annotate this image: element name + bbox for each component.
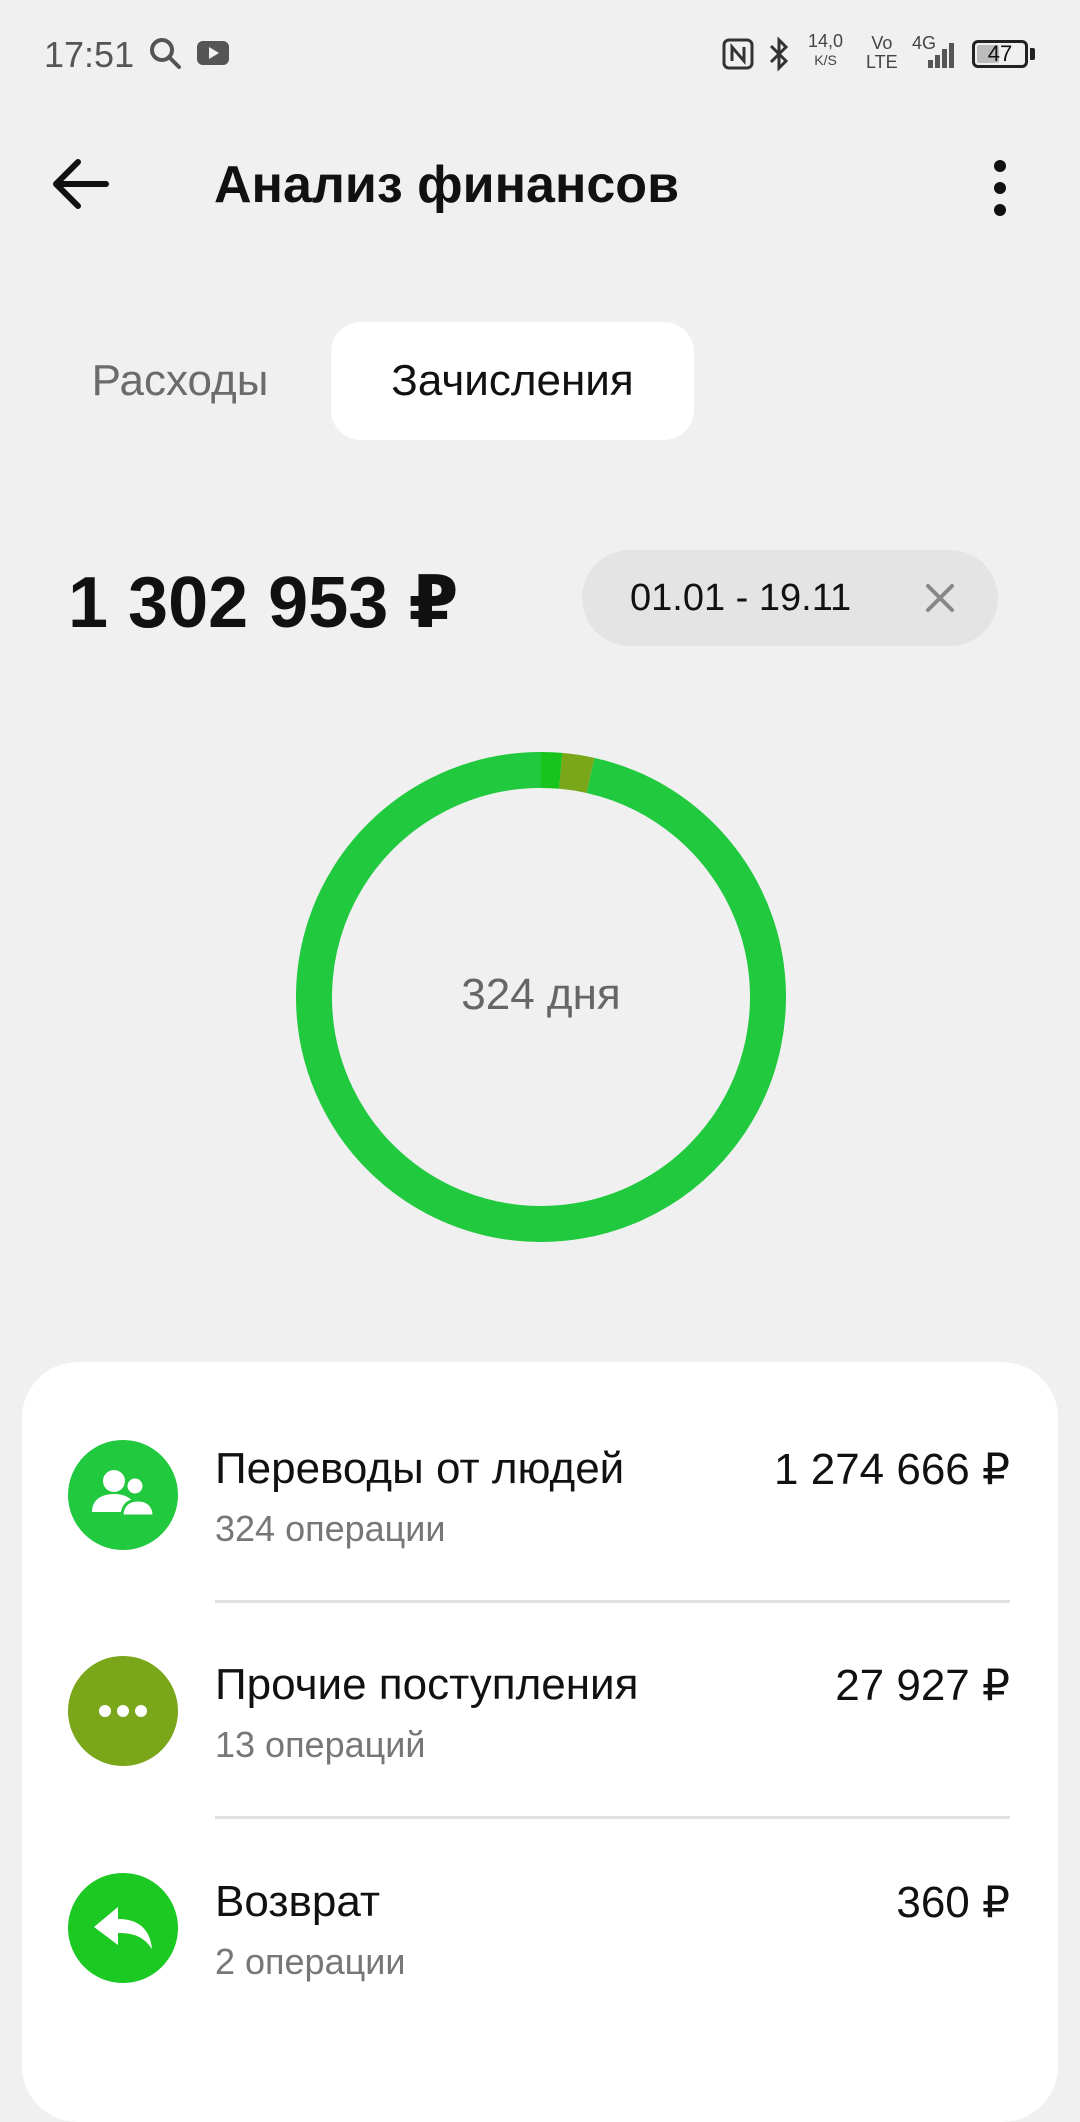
category-name: Переводы от людей [215,1444,625,1493]
donut-segment-2 [540,752,563,789]
more-menu-button[interactable] [966,150,1038,222]
close-icon[interactable] [918,576,962,620]
battery-icon: 47 [972,40,1028,68]
page-title: Анализ финансов [214,156,680,214]
category-row-transfers[interactable]: Переводы от людей 324 операции 1 274 666… [22,1362,1058,1578]
donut-segment-1 [558,752,595,794]
period-chip[interactable]: 01.01 - 19.11 [582,550,998,646]
status-time: 17:51 [44,34,135,75]
nfc-icon [722,38,754,70]
category-row-other[interactable]: Прочие поступления 13 операций 27 927 ₽ [22,1578,1058,1794]
categories-card: Переводы от людей 324 операции 1 274 666… [22,1362,1058,2122]
more-vertical-icon [994,160,1006,216]
search-icon [150,38,181,69]
status-bar: 17:51 14,0 K/S Vo LTE 4G 47 [0,0,1080,108]
more-dots-icon [68,1656,178,1766]
bluetooth-icon [769,36,789,72]
youtube-icon [197,41,229,65]
battery-tip [1030,48,1035,60]
tab-expenses[interactable]: Расходы [70,322,290,440]
arrow-left-icon [53,159,109,209]
category-name: Возврат [215,1877,380,1926]
category-name: Прочие поступления [215,1660,639,1709]
back-button[interactable] [44,148,116,220]
volte-indicator: Vo LTE [866,33,898,72]
tab-income[interactable]: Зачисления [331,322,694,440]
category-row-refund[interactable]: Возврат 2 операции 360 ₽ [22,1795,1058,2011]
network-speed: 14,0 K/S [808,31,844,69]
category-count: 2 операции [215,1941,406,1982]
signal-icon [928,43,954,68]
category-amount: 27 927 ₽ [835,1661,1010,1710]
category-count: 324 операции [215,1508,446,1549]
category-amount: 360 ₽ [896,1878,1010,1927]
category-amount: 1 274 666 ₽ [774,1445,1010,1494]
return-arrow-icon [68,1873,178,1983]
people-icon [68,1440,178,1550]
category-count: 13 операций [215,1724,426,1765]
period-text: 01.01 - 19.11 [630,577,852,619]
total-amount: 1 302 953 ₽ [68,563,459,643]
donut-center-label: 324 дня [461,970,621,1019]
